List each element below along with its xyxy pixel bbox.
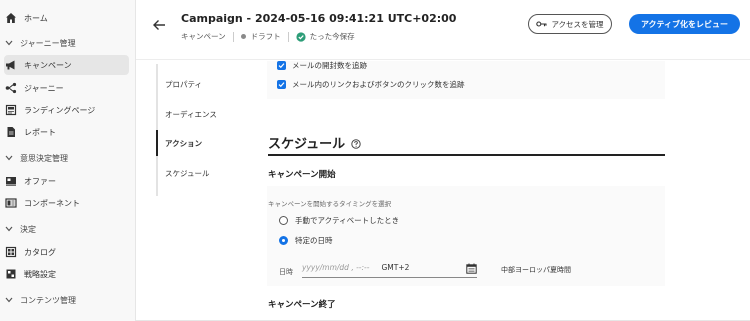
- checkbox-checked-icon: [277, 61, 286, 70]
- radio-label: 手動でアクティベートしたとき: [295, 216, 400, 225]
- manage-access-button[interactable]: アクセスを管理: [528, 14, 612, 34]
- sidebar-section-label: ジャーニー管理: [20, 38, 76, 48]
- strategy-icon: [4, 267, 18, 281]
- track-clicks-checkbox[interactable]: メール内のリンクおよびボタンのクリック数を追跡: [277, 79, 465, 90]
- component-icon: [4, 196, 18, 210]
- campaign-end-heading: キャンペーン終了: [268, 300, 336, 310]
- sidebar-item-label: カタログ: [24, 247, 56, 257]
- report-icon: [4, 125, 18, 139]
- timing-field-label: キャンペーンを開始するタイミングを選択: [268, 200, 392, 208]
- track-opens-checkbox[interactable]: メールの開封数を追跡: [277, 60, 367, 71]
- campaign-type: キャンペーン: [181, 32, 226, 41]
- sidebar-item-journeys[interactable]: ジャーニー: [4, 78, 129, 98]
- sidebar-section-label: 決定: [20, 224, 36, 234]
- nav-item-audience[interactable]: オーディエンス: [156, 101, 256, 127]
- campaign-start-heading: キャンペーン開始: [268, 170, 336, 180]
- chevron-down-icon: [4, 155, 14, 161]
- sidebar-item-label: ジャーニー: [24, 83, 64, 93]
- calendar-icon[interactable]: [466, 263, 477, 274]
- sidebar-item-label: キャンペーン: [24, 60, 72, 70]
- sidebar-item-components[interactable]: コンポーネント: [4, 193, 129, 213]
- sidebar-section-journey-management[interactable]: ジャーニー管理: [4, 33, 129, 53]
- timezone-offset: GMT+2: [381, 263, 410, 272]
- sidebar-item-strategy[interactable]: 戦略設定: [4, 264, 129, 284]
- sidebar-item-offers[interactable]: オファー: [4, 171, 129, 191]
- radio-label: 特定の日時: [295, 236, 333, 245]
- review-activate-button[interactable]: アクティブ化をレビュー: [629, 14, 740, 34]
- sidebar-section-decisions[interactable]: 決定: [4, 219, 129, 239]
- radio-unselected-icon: [279, 216, 288, 225]
- schedule-title: スケジュール: [268, 137, 346, 152]
- check-circle-icon: [296, 31, 306, 42]
- sidebar-section-content-management[interactable]: コンテンツ管理: [4, 290, 129, 310]
- sidebar-section-decision-management[interactable]: 意思決定管理: [4, 148, 129, 168]
- campaign-meta: キャンペーン ドラフト たった今保存: [181, 31, 355, 42]
- datetime-label: 日時: [279, 268, 293, 276]
- sidebar-item-catalogs[interactable]: カタログ: [4, 242, 129, 262]
- checkbox-checked-icon: [277, 80, 286, 89]
- checkbox-label: メールの開封数を追跡: [292, 61, 367, 70]
- status-badge: ドラフト: [250, 32, 281, 41]
- manage-access-label: アクセスを管理: [551, 19, 604, 29]
- back-arrow-icon[interactable]: [151, 17, 167, 33]
- divider: [232, 31, 234, 42]
- nav-item-properties[interactable]: プロパティ: [156, 71, 256, 97]
- radio-selected-icon: [279, 236, 288, 245]
- key-icon: [536, 21, 547, 27]
- megaphone-icon: [4, 58, 18, 72]
- main-content: メールの開封数を追跡 メール内のリンクおよびボタンのクリック数を追跡 スケジュー…: [257, 61, 677, 321]
- sidebar-item-landing-pages[interactable]: ランディングページ: [4, 100, 129, 120]
- divider: [287, 31, 289, 42]
- chevron-down-icon: [4, 226, 14, 232]
- radio-manual-activation[interactable]: 手動でアクティベートしたとき: [279, 215, 399, 226]
- landing-page-icon: [4, 103, 18, 117]
- sidebar-item-campaigns[interactable]: キャンペーン: [4, 55, 129, 75]
- sidebar-item-label: 戦略設定: [24, 269, 56, 279]
- schedule-heading: スケジュール: [268, 133, 361, 152]
- chevron-down-icon: [4, 40, 14, 46]
- radio-specific-datetime[interactable]: 特定の日時: [279, 235, 333, 246]
- sidebar-item-label: コンポーネント: [24, 198, 80, 208]
- sidebar-item-label: レポート: [24, 127, 56, 137]
- section-divider: [268, 154, 665, 156]
- sidebar-item-reports[interactable]: レポート: [4, 122, 129, 142]
- help-icon[interactable]: [351, 138, 361, 149]
- sidebar-section-label: コンテンツ管理: [20, 295, 76, 305]
- saved-status: たった今保存: [309, 32, 355, 41]
- offer-icon: [4, 174, 18, 188]
- sidebar-item-home[interactable]: ホーム: [4, 8, 129, 28]
- datetime-placeholder: yyyy/mm/dd , --:--: [302, 263, 370, 272]
- journey-icon: [4, 81, 18, 95]
- timezone-name: 中部ヨーロッパ夏時間: [501, 266, 571, 274]
- status-dot-icon: [240, 34, 246, 39]
- sidebar-item-label: オファー: [24, 176, 56, 186]
- sidebar: ホーム ジャーニー管理 キャンペーン ジャーニー ランディングページ レポート: [0, 0, 136, 321]
- nav-item-actions[interactable]: アクション: [156, 130, 256, 156]
- home-icon: [4, 11, 18, 25]
- nav-item-schedule[interactable]: スケジュール: [156, 160, 256, 186]
- catalog-icon: [4, 245, 18, 259]
- sidebar-item-label: ホーム: [24, 13, 48, 23]
- page-header: Campaign - 2024-05-16 09:41:21 UTC+02:00…: [136, 0, 750, 60]
- page-title: Campaign - 2024-05-16 09:41:21 UTC+02:00: [181, 12, 457, 25]
- datetime-input[interactable]: yyyy/mm/dd , --:-- GMT+2: [302, 258, 477, 278]
- chevron-down-icon: [4, 297, 14, 303]
- sidebar-item-label: ランディングページ: [24, 105, 96, 115]
- sidebar-section-label: 意思決定管理: [20, 153, 68, 163]
- checkbox-label: メール内のリンクおよびボタンのクリック数を追跡: [292, 80, 465, 89]
